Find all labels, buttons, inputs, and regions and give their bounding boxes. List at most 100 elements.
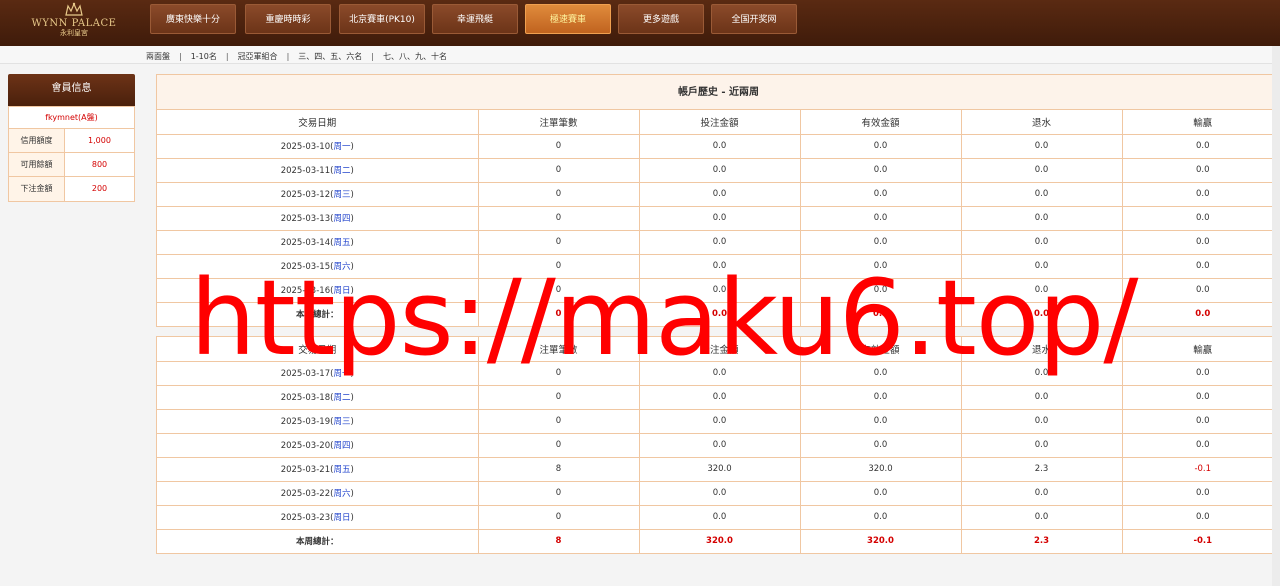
member-info-box: fkymnet(A盤) 信用額度 1,000 可用餘額 800 下注金額 200 <box>8 106 135 202</box>
bet-cell: 0.0 <box>639 481 801 506</box>
rebate-cell: 0.0 <box>961 361 1123 386</box>
weekday-link[interactable]: 周五 <box>333 238 350 248</box>
weekday-link[interactable]: 周一 <box>333 142 350 152</box>
header-bet: 投注金額 <box>639 110 801 135</box>
bet-cell: 0.0 <box>639 278 801 303</box>
date-cell: 2025-03-10(周一) <box>157 134 479 159</box>
winloss-cell: 0.0 <box>1122 385 1280 410</box>
bet-cell: 0.0 <box>639 158 801 183</box>
table-row: 2025-03-11(周二) 0 0.0 0.0 0.0 0.0 <box>157 158 1280 183</box>
winloss-cell: 0.0 <box>1122 134 1280 159</box>
total-winloss: -0.1 <box>1193 536 1213 547</box>
nav-speed-racing[interactable]: 極速賽車 <box>525 4 611 34</box>
valid-cell: 0.0 <box>800 158 962 183</box>
available-balance-row: 可用餘額 800 <box>9 153 134 177</box>
subnav-champion-combo[interactable]: 冠亞軍組合 <box>238 52 278 61</box>
weekday-link[interactable]: 周六 <box>333 262 350 272</box>
count-cell: 0 <box>478 481 640 506</box>
weekday-link[interactable]: 周日 <box>333 513 350 523</box>
count-cell: 0 <box>478 409 640 434</box>
subnav-two-sides[interactable]: 兩面盤 <box>146 52 170 61</box>
nav-guangdong-happy-ten[interactable]: 廣東快樂十分 <box>150 4 236 34</box>
rebate-cell: 0.0 <box>961 230 1123 255</box>
weekday-link[interactable]: 周六 <box>333 489 350 499</box>
table-row: 2025-03-20(周四) 0 0.0 0.0 0.0 0.0 <box>157 433 1280 458</box>
week-total-row: 本周總計： 0 0.0 0.0 0.0 0.0 <box>157 302 1280 326</box>
winloss-cell: 0.0 <box>1122 505 1280 530</box>
sub-nav-bar: 兩面盤 | 1-10名 | 冠亞軍組合 | 三、四、五、六名 | 七、八、九、十名 <box>0 46 1280 64</box>
bet-cell: 0.0 <box>639 182 801 207</box>
weekday-link[interactable]: 周四 <box>333 214 350 224</box>
nav-lucky-airship[interactable]: 幸運飛艇 <box>432 4 518 34</box>
header-date: 交易日期 <box>157 337 479 362</box>
table-row: 2025-03-21(周五) 8 320.0 320.0 2.3 -0.1 <box>157 457 1280 482</box>
bet-cell: 0.0 <box>639 254 801 279</box>
history-panel-week-2: 交易日期 注單筆數 投注金額 有效金額 退水 輸贏 2025-03-17(周一)… <box>156 336 1280 554</box>
date-text: 2025-03-16 <box>280 286 331 296</box>
date-cell: 2025-03-18(周二) <box>157 385 479 410</box>
date-cell: 2025-03-16(周日) <box>157 278 479 303</box>
date-text: 2025-03-20 <box>280 441 331 451</box>
logo[interactable]: WYNN PALACE 永利皇宮 <box>28 2 120 42</box>
date-cell: 2025-03-21(周五) <box>157 457 479 482</box>
bet-amount-value: 200 <box>91 184 108 193</box>
weekday-link[interactable]: 周五 <box>333 465 350 475</box>
history-table-week-1: 交易日期 注單筆數 投注金額 有效金額 退水 輸贏 2025-03-10(周一)… <box>157 110 1280 326</box>
date-text: 2025-03-17 <box>280 369 331 379</box>
rebate-cell: 0.0 <box>961 385 1123 410</box>
header-valid: 有效金額 <box>800 110 962 135</box>
date-cell: 2025-03-14(周五) <box>157 230 479 255</box>
nav-chongqing-ssc[interactable]: 重慶時時彩 <box>245 4 331 34</box>
weekday-link[interactable]: 周三 <box>333 417 350 427</box>
nav-more-games[interactable]: 更多遊戲 <box>618 4 704 34</box>
bet-amount-row: 下注金額 200 <box>9 177 134 201</box>
credit-limit-row: 信用額度 1,000 <box>9 129 134 153</box>
weekday-link[interactable]: 周二 <box>333 166 350 176</box>
table-row: 2025-03-15(周六) 0 0.0 0.0 0.0 0.0 <box>157 254 1280 279</box>
date-text: 2025-03-22 <box>280 489 331 499</box>
valid-cell: 0.0 <box>800 254 962 279</box>
total-label: 本周總計： <box>157 529 479 553</box>
count-cell: 0 <box>478 278 640 303</box>
count-cell: 0 <box>478 385 640 410</box>
weekday-link[interactable]: 周一 <box>333 369 350 379</box>
total-winloss: 0.0 <box>1195 309 1211 320</box>
bet-cell: 0.0 <box>639 134 801 159</box>
table-row: 2025-03-14(周五) 0 0.0 0.0 0.0 0.0 <box>157 230 1280 255</box>
date-text: 2025-03-11 <box>280 166 331 176</box>
nav-beijing-pk10[interactable]: 北京賽車(PK10) <box>339 4 425 34</box>
table-header-row: 交易日期 注單筆數 投注金額 有效金額 退水 輸贏 <box>157 337 1280 362</box>
count-cell: 0 <box>478 206 640 231</box>
subnav-3-6[interactable]: 三、四、五、六名 <box>298 52 362 61</box>
total-valid: 320.0 <box>800 529 962 553</box>
crown-emblem-icon <box>65 2 83 16</box>
valid-cell: 320.0 <box>800 457 962 482</box>
rebate-cell: 0.0 <box>961 134 1123 159</box>
winloss-cell: 0.0 <box>1122 361 1280 386</box>
total-count: 8 <box>478 529 640 553</box>
header-count: 注單筆數 <box>478 110 640 135</box>
subnav-7-10[interactable]: 七、八、九、十名 <box>383 52 447 61</box>
weekday-link[interactable]: 周日 <box>333 286 350 296</box>
table-header-row: 交易日期 注單筆數 投注金額 有效金額 退水 輸贏 <box>157 110 1280 135</box>
valid-cell: 0.0 <box>800 230 962 255</box>
date-text: 2025-03-10 <box>280 142 331 152</box>
page-scrollbar[interactable] <box>1272 46 1280 586</box>
winloss-cell: 0.0 <box>1122 409 1280 434</box>
nav-national-draw[interactable]: 全国开奖网 <box>711 4 797 34</box>
weekday-link[interactable]: 周三 <box>333 190 350 200</box>
rebate-cell: 0.0 <box>961 158 1123 183</box>
rebate-cell: 0.0 <box>961 481 1123 506</box>
weekday-link[interactable]: 周二 <box>333 393 350 403</box>
count-cell: 0 <box>478 134 640 159</box>
available-balance-label: 可用餘額 <box>9 153 65 176</box>
subnav-1-10[interactable]: 1-10名 <box>191 52 217 61</box>
weekday-link[interactable]: 周四 <box>333 441 350 451</box>
winloss-cell: 0.0 <box>1122 206 1280 231</box>
sub-nav: 兩面盤 | 1-10名 | 冠亞軍組合 | 三、四、五、六名 | 七、八、九、十名 <box>146 52 447 61</box>
member-info-title: 會員信息 <box>8 74 135 106</box>
rebate-cell: 0.0 <box>961 182 1123 207</box>
table-row: 2025-03-23(周日) 0 0.0 0.0 0.0 0.0 <box>157 505 1280 530</box>
header-rebate: 退水 <box>961 337 1123 362</box>
rebate-cell: 2.3 <box>961 457 1123 482</box>
